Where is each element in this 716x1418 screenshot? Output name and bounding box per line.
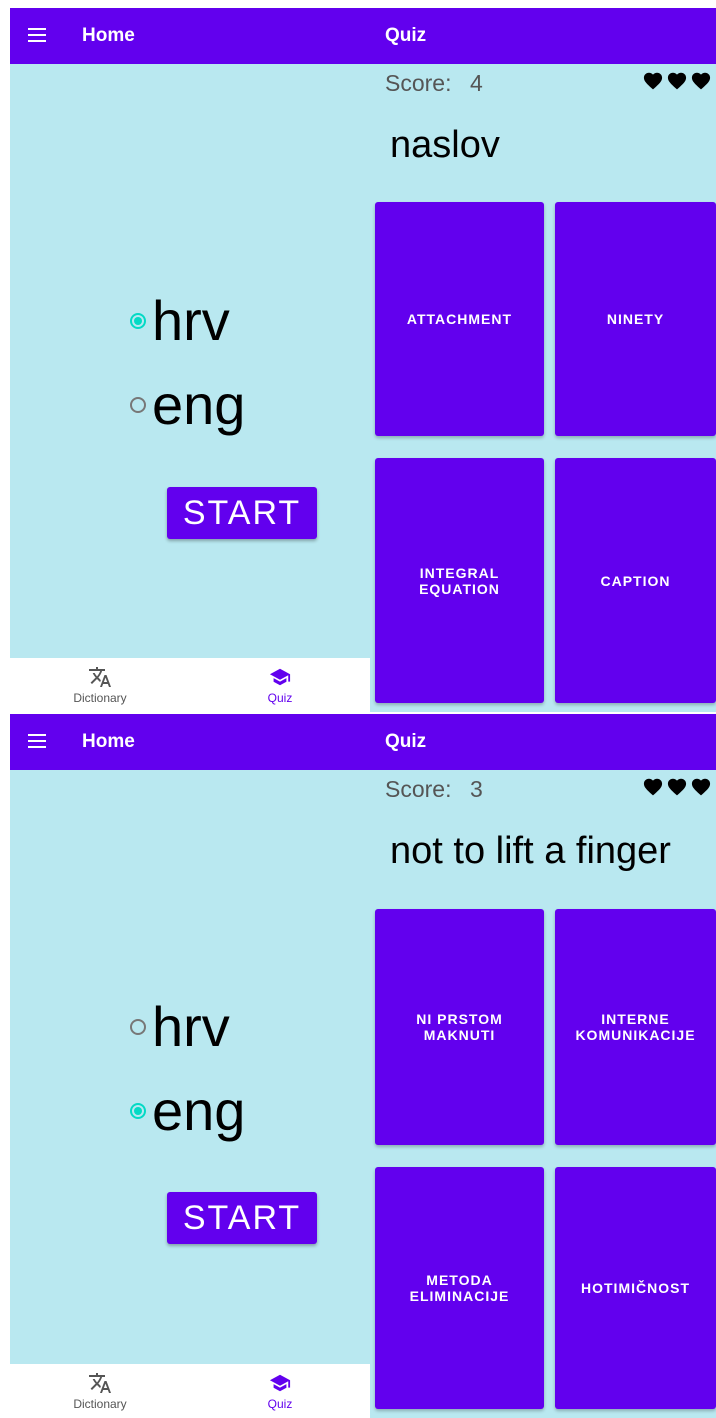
nav-label-dictionary: Dictionary [73,1397,127,1411]
answer-button-4[interactable]: HOTIMIČNOST [555,1167,716,1409]
answer-label: NINETY [606,311,665,327]
quiz-title: Quiz [385,25,427,46]
heart-icon [691,72,711,90]
menu-icon[interactable] [28,734,46,748]
start-button[interactable]: START [167,1192,317,1244]
language-panel: hrv eng START [10,64,370,712]
answer-button-2[interactable]: INTERNE KOMUNIKACIJE [555,909,716,1145]
quiz-word: naslov [390,124,500,166]
radio-option-hrv[interactable]: hrv [130,286,230,356]
graduation-cap-icon [190,1371,370,1395]
radio-option-hrv[interactable]: hrv [130,992,230,1062]
quiz-panel: Score: 4 naslov ATTACHMENT NINETY INTEGR… [370,64,716,712]
nav-label-quiz: Quiz [267,691,293,705]
bottom-navigation: Dictionary Quiz [10,1364,370,1418]
graduation-cap-icon [190,665,370,689]
quiz-word: not to lift a finger [390,830,671,872]
answer-button-3[interactable]: METODA ELIMINACIJE [375,1167,544,1409]
start-button[interactable]: START [167,487,317,539]
screen-1: Home Quiz hrv eng START Dictionary Quiz … [10,8,716,712]
answer-label: HOTIMIČNOST [581,1280,690,1296]
score-value: 4 [470,70,483,96]
answer-button-2[interactable]: NINETY [555,202,716,436]
radio-button-icon[interactable] [130,1019,146,1035]
answer-label: NI PRSTOM MAKNUTI [416,1011,503,1043]
answer-label: ATTACHMENT [406,311,513,327]
radio-button-icon[interactable] [130,397,146,413]
heart-icon [643,72,663,90]
radio-label: eng [152,373,246,436]
quiz-panel: Score: 3 not to lift a finger NI PRSTOM … [370,770,716,1418]
language-panel: hrv eng START [10,770,370,1418]
bottom-navigation: Dictionary Quiz [10,658,370,712]
answer-label: INTERNE KOMUNIKACIJE [575,1011,696,1043]
radio-label: eng [152,1079,246,1142]
home-title: Home [82,731,135,752]
radio-label: hrv [152,995,230,1058]
answer-button-3[interactable]: INTEGRAL EQUATION [375,458,544,703]
screen-2: Home Quiz hrv eng START Dictionary Quiz … [10,714,716,1418]
app-bar: Home Quiz [10,8,716,64]
menu-icon[interactable] [28,28,46,42]
heart-icon [667,72,687,90]
translate-icon [10,665,190,689]
nav-label-quiz: Quiz [267,1397,293,1411]
nav-label-dictionary: Dictionary [73,691,127,705]
app-bar: Home Quiz [10,714,716,770]
translate-icon [10,1371,190,1395]
heart-icon [691,778,711,796]
radio-button-icon[interactable] [130,1103,146,1119]
answer-button-1[interactable]: ATTACHMENT [375,202,544,436]
nav-item-dictionary[interactable]: Dictionary [10,658,190,712]
answer-label: METODA ELIMINACIJE [409,1272,510,1304]
answer-button-4[interactable]: CAPTION [555,458,716,703]
answer-label: INTEGRAL EQUATION [419,564,500,597]
answer-label: CAPTION [600,572,671,589]
home-title: Home [82,25,135,46]
heart-icon [667,778,687,796]
nav-item-quiz[interactable]: Quiz [190,658,370,712]
quiz-title: Quiz [385,731,427,752]
lives-indicator [642,70,716,92]
score-label: Score: [385,70,452,96]
lives-indicator [642,776,716,798]
heart-icon [643,778,663,796]
answer-button-1[interactable]: NI PRSTOM MAKNUTI [375,909,544,1145]
score-label: Score: [385,776,452,802]
nav-item-dictionary[interactable]: Dictionary [10,1364,190,1418]
radio-label: hrv [152,289,230,352]
nav-item-quiz[interactable]: Quiz [190,1364,370,1418]
radio-button-icon[interactable] [130,313,146,329]
radio-option-eng[interactable]: eng [130,370,245,440]
score-value: 3 [470,776,483,802]
radio-option-eng[interactable]: eng [130,1076,245,1146]
